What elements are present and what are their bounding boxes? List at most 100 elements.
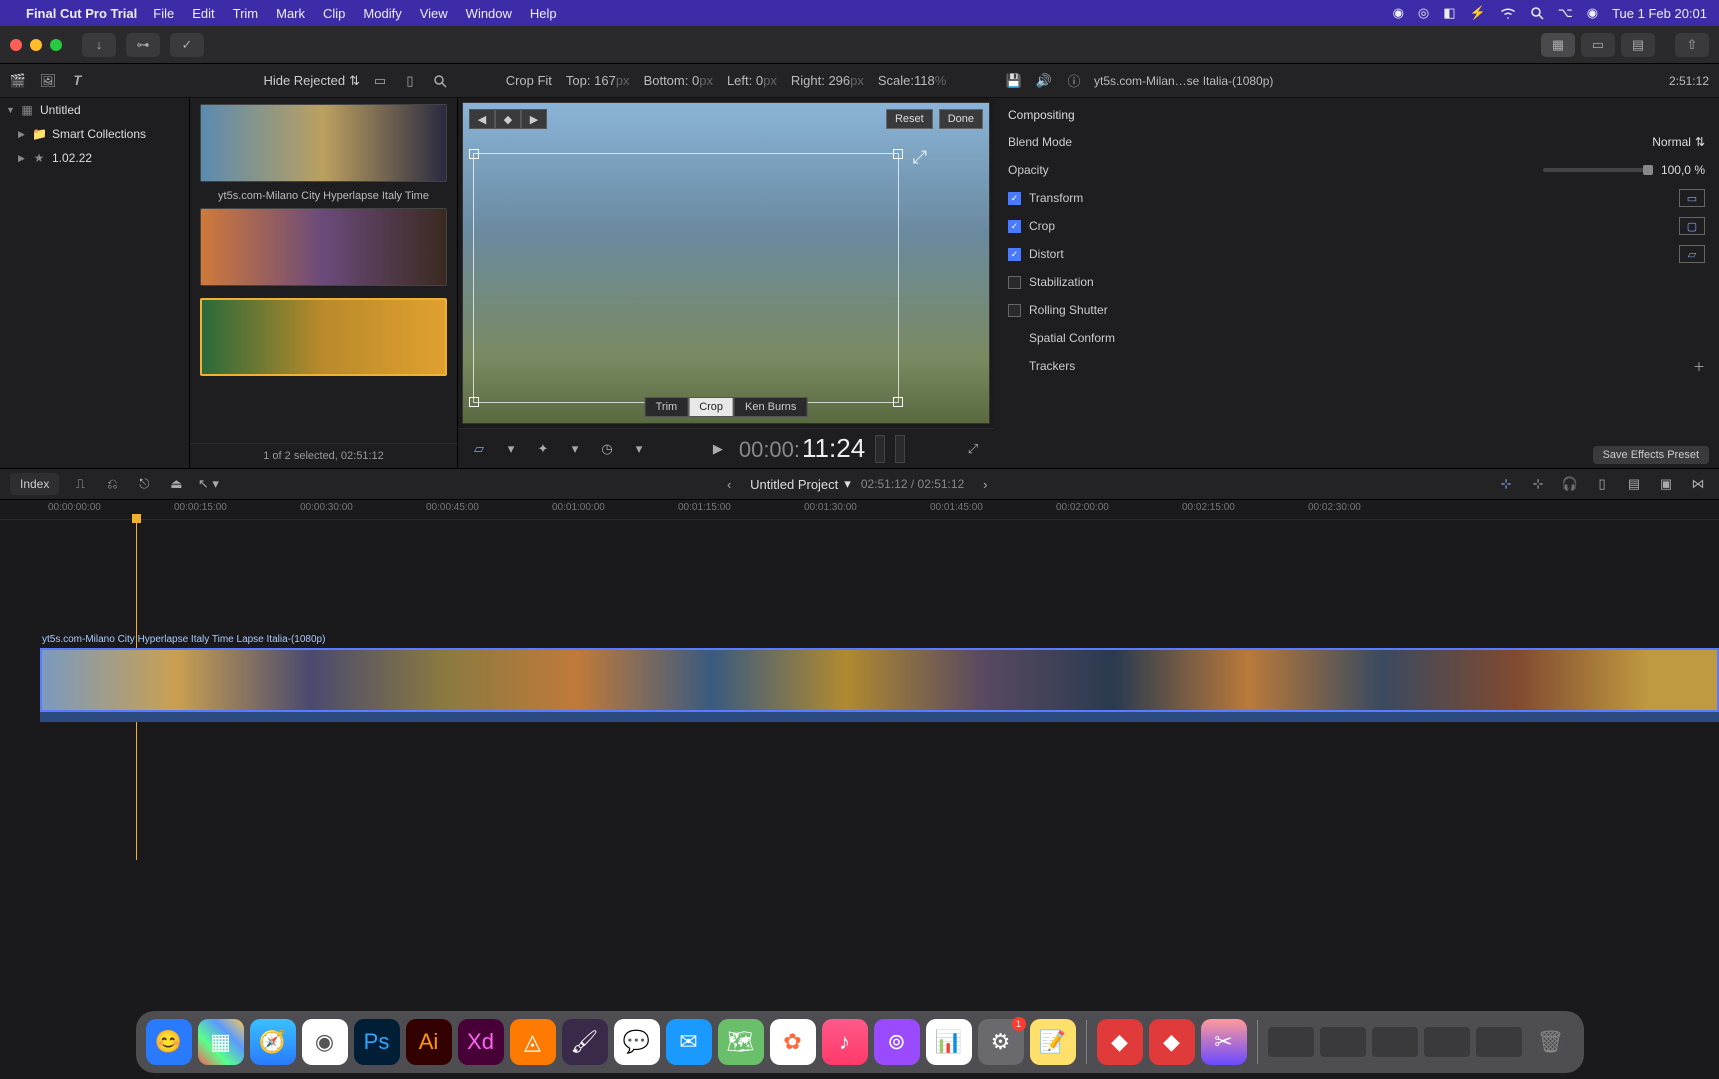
dock-launchpad[interactable]: ▦ bbox=[198, 1019, 244, 1065]
index-button[interactable]: Index bbox=[10, 473, 59, 495]
dock-trash[interactable]: 🗑 bbox=[1528, 1019, 1574, 1065]
timeline-ruler[interactable]: 00:00:00:00 00:00:15:00 00:00:30:00 00:0… bbox=[0, 500, 1719, 520]
enhance-button[interactable]: ✦ bbox=[532, 438, 554, 460]
insert-clip-button[interactable]: ⎌ bbox=[101, 473, 123, 495]
menu-mark[interactable]: Mark bbox=[276, 6, 305, 21]
disclosure-triangle-icon[interactable]: ▶ bbox=[18, 153, 26, 164]
reset-button[interactable]: Reset bbox=[886, 109, 933, 129]
tool-dropdown[interactable]: ↖ ▾ bbox=[197, 473, 219, 495]
battery-icon[interactable]: ⚡ bbox=[1470, 5, 1486, 21]
row-spatial-conform[interactable]: Spatial Conform bbox=[994, 324, 1719, 352]
transform-tool-dropdown[interactable]: ▾ bbox=[500, 438, 522, 460]
row-trackers[interactable]: Trackers ＋ bbox=[994, 352, 1719, 380]
minimize-button[interactable] bbox=[30, 39, 42, 51]
sidebar-item-untitled[interactable]: ▼ ▦ Untitled bbox=[0, 98, 189, 122]
filter-dropdown[interactable]: Hide Rejected ⇅ bbox=[263, 73, 360, 89]
transform-tool-button[interactable]: ▱ bbox=[468, 438, 490, 460]
solo-button[interactable]: 🎧 bbox=[1559, 473, 1581, 495]
disclosure-triangle-icon[interactable]: ▼ bbox=[6, 105, 14, 115]
dock-mail[interactable]: ✉ bbox=[666, 1019, 712, 1065]
distort-checkbox[interactable]: ✓ bbox=[1008, 248, 1021, 261]
retime-dropdown[interactable]: ▾ bbox=[628, 438, 650, 460]
close-button[interactable] bbox=[10, 39, 22, 51]
timeline-audio-track[interactable] bbox=[40, 712, 1719, 722]
clock[interactable]: Tue 1 Feb 20:01 bbox=[1612, 6, 1707, 21]
inspector-info-icon[interactable]: ⓘ bbox=[1064, 71, 1084, 91]
dock-minimized-window[interactable] bbox=[1424, 1027, 1470, 1057]
clip-appearance-button-1[interactable]: ▭ bbox=[370, 71, 390, 91]
viewer-canvas[interactable]: ◀ ◆ ▶ Reset Done ⤢ Trim Crop Ken Burns bbox=[462, 102, 990, 424]
library-icon[interactable]: 🎬 bbox=[8, 71, 28, 91]
fullscreen-button[interactable] bbox=[50, 39, 62, 51]
dock-music[interactable]: ♪ bbox=[822, 1019, 868, 1065]
dock-finder[interactable]: 😊 bbox=[146, 1019, 192, 1065]
center-button[interactable]: ◆ bbox=[495, 109, 521, 129]
save-effects-preset-button[interactable]: Save Effects Preset bbox=[1593, 446, 1709, 464]
slider-knob[interactable] bbox=[1643, 165, 1653, 175]
dock-xd[interactable]: Xd bbox=[458, 1019, 504, 1065]
effects-browser-button[interactable]: ▣ bbox=[1655, 473, 1677, 495]
project-name[interactable]: Untitled Project ▾ bbox=[750, 476, 851, 492]
control-center-icon[interactable]: ⌥ bbox=[1558, 5, 1573, 21]
dock-maps[interactable]: 🗺 bbox=[718, 1019, 764, 1065]
dock-messenger[interactable]: 💬 bbox=[614, 1019, 660, 1065]
crop-handle-tl[interactable] bbox=[469, 149, 479, 159]
blend-mode-dropdown[interactable]: Normal ⇅ bbox=[1652, 135, 1705, 149]
inspector-audio-icon[interactable]: 🔊 bbox=[1034, 71, 1054, 91]
history-fwd-button[interactable]: › bbox=[974, 473, 996, 495]
audio-skimming-button[interactable]: ⊹ bbox=[1527, 473, 1549, 495]
snap-button[interactable]: ▯ bbox=[1591, 473, 1613, 495]
retime-button[interactable]: ◷ bbox=[596, 438, 618, 460]
status-icon-2[interactable]: ◧ bbox=[1443, 5, 1455, 21]
dock-blender[interactable]: ◬ bbox=[510, 1019, 556, 1065]
dock-finalcut[interactable]: ✂ bbox=[1201, 1019, 1247, 1065]
dock-photos[interactable]: ✿ bbox=[770, 1019, 816, 1065]
skimming-button[interactable]: ⊹ bbox=[1495, 473, 1517, 495]
prev-edit-button[interactable]: ◀ bbox=[469, 109, 495, 129]
titles-icon[interactable]: 𝑻 bbox=[68, 71, 88, 91]
fullscreen-viewer-button[interactable]: ⤢ bbox=[962, 438, 984, 460]
dock-anydesk-2[interactable]: ◆ bbox=[1149, 1019, 1195, 1065]
row-distort[interactable]: ✓ Distort ▱ bbox=[994, 240, 1719, 268]
status-icon-1[interactable]: ◎ bbox=[1418, 5, 1429, 21]
row-stabilization[interactable]: Stabilization bbox=[994, 268, 1719, 296]
siri-icon[interactable]: ◉ bbox=[1587, 5, 1598, 21]
clip-thumbnail[interactable] bbox=[200, 104, 447, 182]
sidebar-item-date-event[interactable]: ▶ ★ 1.02.22 bbox=[0, 146, 189, 170]
dock-minimized-window[interactable] bbox=[1372, 1027, 1418, 1057]
clip-thumbnail[interactable] bbox=[200, 208, 447, 286]
append-clip-button[interactable]: ⎋ bbox=[133, 473, 155, 495]
dock-minimized-window[interactable] bbox=[1268, 1027, 1314, 1057]
transform-osc-button[interactable]: ▭ bbox=[1679, 189, 1705, 207]
dock-krita[interactable]: 🖌 bbox=[562, 1019, 608, 1065]
workspace-browser-button[interactable]: ▦ bbox=[1541, 33, 1575, 57]
inspector-video-icon[interactable]: 💾 bbox=[1004, 71, 1024, 91]
add-tracker-button[interactable]: ＋ bbox=[1693, 358, 1705, 375]
share-button[interactable]: ⇧ bbox=[1675, 33, 1709, 57]
workspace-timeline-button[interactable]: ▭ bbox=[1581, 33, 1615, 57]
crop-handle-bl[interactable] bbox=[469, 397, 479, 407]
dock-minimized-window[interactable] bbox=[1476, 1027, 1522, 1057]
sidebar-item-smart-collections[interactable]: ▶ 📁 Smart Collections bbox=[0, 122, 189, 146]
crop-handle-tr[interactable] bbox=[893, 149, 903, 159]
screenrec-icon[interactable]: ◉ bbox=[1393, 5, 1404, 21]
overwrite-clip-button[interactable]: ⏏ bbox=[165, 473, 187, 495]
dock-podcasts[interactable]: ⊚ bbox=[874, 1019, 920, 1065]
crop-handle-br[interactable] bbox=[893, 397, 903, 407]
rolling-shutter-checkbox[interactable] bbox=[1008, 304, 1021, 317]
wifi-icon[interactable] bbox=[1500, 7, 1516, 19]
timeline[interactable]: yt5s.com-Milano City Hyperlapse Italy Ti… bbox=[0, 520, 1719, 860]
dock-safari[interactable]: 🧭 bbox=[250, 1019, 296, 1065]
workspace-inspector-button[interactable]: ▤ bbox=[1621, 33, 1655, 57]
history-back-button[interactable]: ‹ bbox=[718, 473, 740, 495]
menu-file[interactable]: File bbox=[153, 6, 174, 21]
stabilization-checkbox[interactable] bbox=[1008, 276, 1021, 289]
app-name[interactable]: Final Cut Pro Trial bbox=[26, 6, 137, 21]
dock-chrome[interactable]: ◉ bbox=[302, 1019, 348, 1065]
keyword-button[interactable]: ⊶ bbox=[126, 33, 160, 57]
dock-numbers[interactable]: 📊 bbox=[926, 1019, 972, 1065]
disclosure-triangle-icon[interactable]: ▶ bbox=[18, 129, 26, 140]
dock-notes[interactable]: 📝 bbox=[1030, 1019, 1076, 1065]
enhance-dropdown[interactable]: ▾ bbox=[564, 438, 586, 460]
tab-kenburns[interactable]: Ken Burns bbox=[734, 397, 807, 417]
